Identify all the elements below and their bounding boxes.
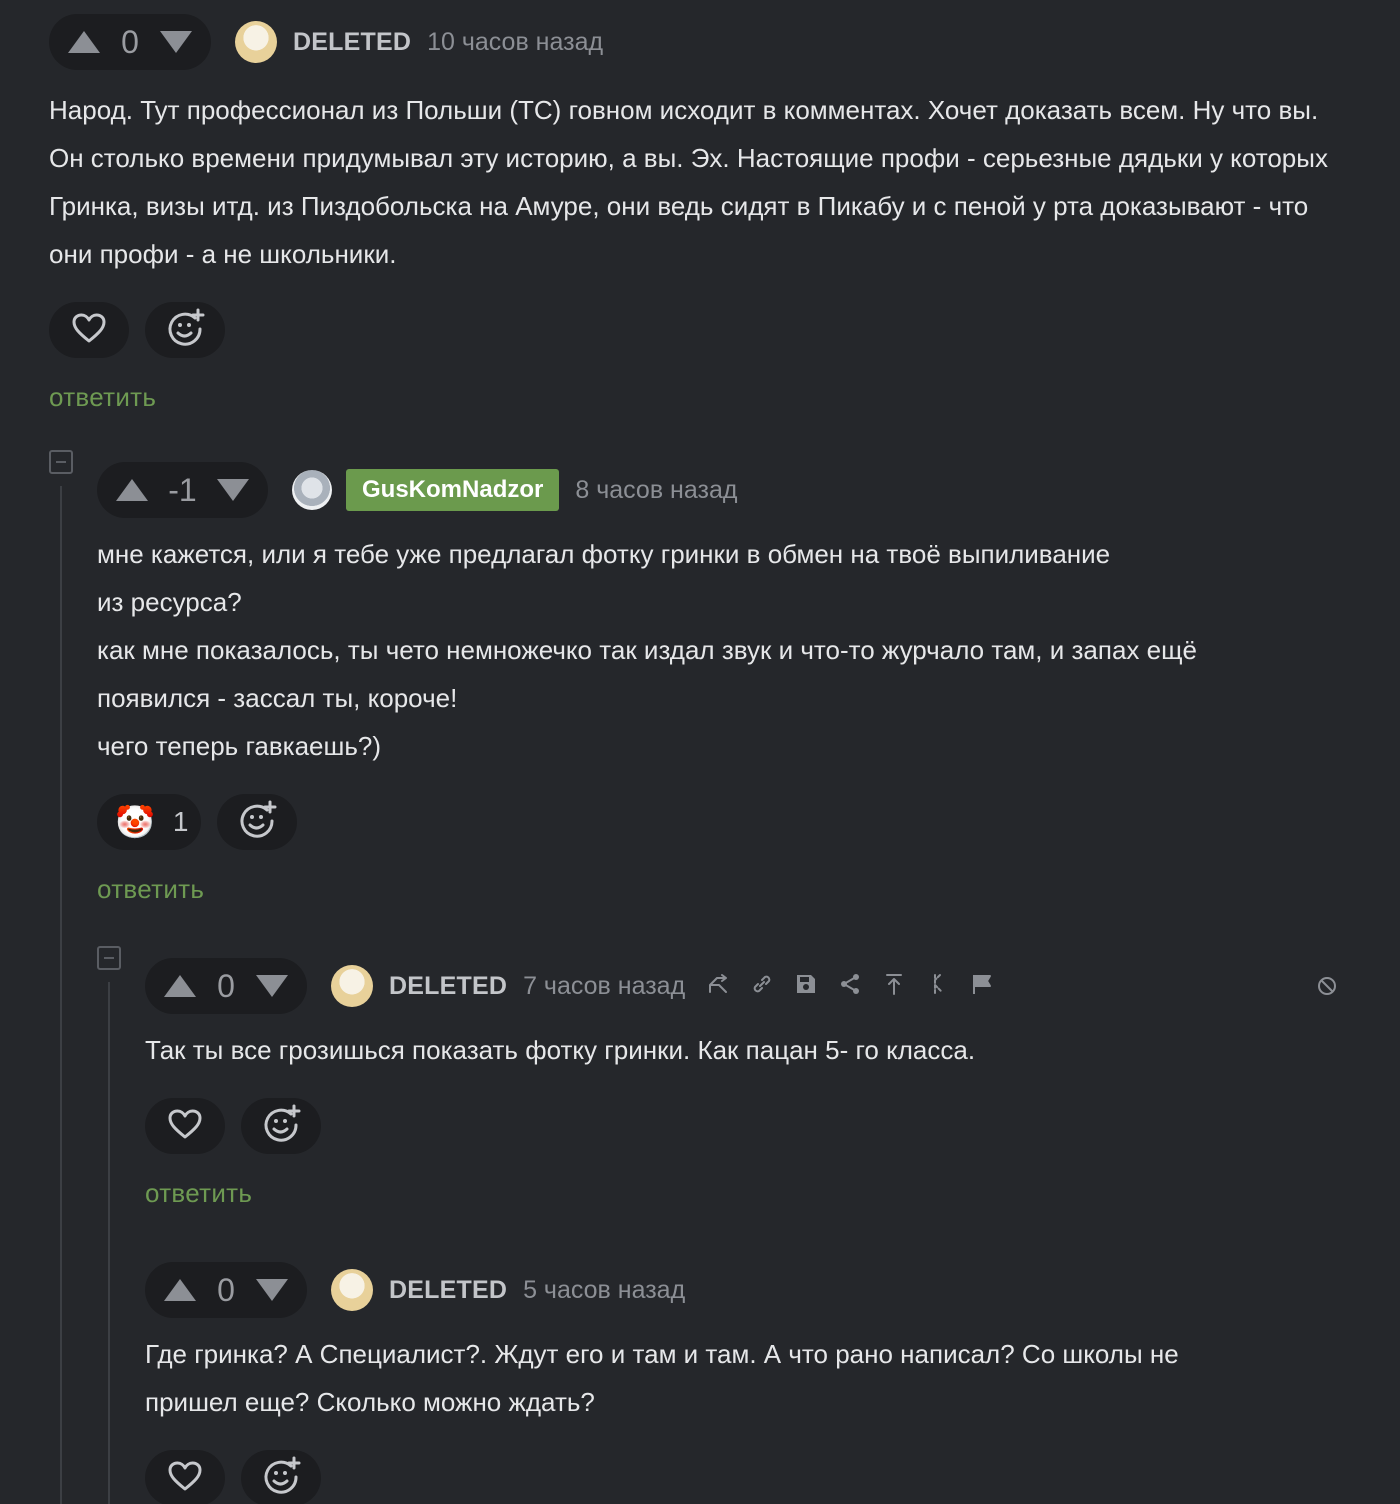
comment-line: как мне показалось, ты чето немножечко т…: [97, 635, 1197, 665]
collapse-thread-button[interactable]: [49, 450, 73, 474]
vote-widget: 0: [145, 958, 307, 1014]
vote-score: 0: [217, 967, 235, 1004]
comment-text: мне кажется, или я тебе уже предлагал фо…: [97, 530, 1357, 770]
vote-widget: -1: [97, 462, 268, 518]
clown-emoji: 🤡: [115, 804, 155, 840]
flag-icon[interactable]: [971, 973, 993, 1000]
vote-score: 0: [121, 23, 139, 60]
avatar[interactable]: [235, 21, 277, 63]
comment-header: 0 DELETED 10 часов назад: [49, 14, 1349, 70]
block-icon[interactable]: [1317, 976, 1337, 1001]
heart-icon: [71, 312, 107, 349]
heart-icon: [167, 1108, 203, 1145]
add-reaction-button[interactable]: [217, 794, 297, 850]
comment-header: -1 GusKomNadzor 8 часов назад: [97, 462, 1357, 518]
smiley-plus-icon: [261, 1104, 301, 1149]
comment-time[interactable]: 8 часов назад: [575, 476, 737, 505]
comment-1: 0 DELETED 10 часов назад Народ. Тут проф…: [49, 14, 1349, 413]
downvote-icon[interactable]: [255, 974, 289, 998]
comment-line: чего теперь гавкаешь?): [97, 731, 382, 761]
upvote-icon[interactable]: [115, 478, 149, 502]
comment-time[interactable]: 5 часов назад: [523, 1276, 685, 1305]
comment-time[interactable]: 7 часов назад: [523, 972, 685, 1001]
author-name[interactable]: DELETED: [389, 1276, 507, 1305]
heart-icon: [167, 1460, 203, 1497]
comment-text: Где гринка? А Специалист?. Ждут его и та…: [145, 1339, 1179, 1417]
upvote-icon[interactable]: [163, 974, 197, 998]
vote-score: 0: [217, 1271, 235, 1308]
comment-actions: [49, 302, 1349, 358]
smiley-plus-icon: [237, 800, 277, 845]
reply-link[interactable]: ответить: [49, 382, 1349, 413]
comment-actions: [145, 1098, 1345, 1154]
vote-score: -1: [168, 471, 197, 508]
reaction-count: 1: [172, 806, 189, 837]
comment-header: 0 DELETED 5 часов назад: [145, 1262, 1345, 1318]
comment-time[interactable]: 10 часов назад: [427, 28, 603, 57]
downvote-icon[interactable]: [159, 30, 193, 54]
smiley-plus-icon: [261, 1456, 301, 1501]
comment-2: -1 GusKomNadzor 8 часов назад мне кажетс…: [97, 462, 1357, 905]
comment-actions: [145, 1450, 1345, 1504]
comment-3: 0 DELETED 7 часов назад Так ты все грози…: [145, 958, 1345, 1209]
upvote-icon[interactable]: [163, 1278, 197, 1302]
comment-actions: 🤡 1: [97, 794, 1357, 850]
like-button[interactable]: [145, 1098, 225, 1154]
add-reaction-button[interactable]: [145, 302, 225, 358]
comment-line: мне кажется, или я тебе уже предлагал фо…: [97, 539, 1111, 569]
comment-text: Так ты все грозишься показать фотку грин…: [145, 1035, 976, 1065]
add-reaction-button[interactable]: [241, 1450, 321, 1504]
collapse-thread-button[interactable]: [97, 946, 121, 970]
like-button[interactable]: [145, 1450, 225, 1504]
add-reaction-button[interactable]: [241, 1098, 321, 1154]
share-icon[interactable]: [839, 973, 861, 1000]
branch-icon[interactable]: [707, 973, 729, 1000]
like-button[interactable]: [49, 302, 129, 358]
comment-tools: [707, 973, 993, 1000]
thread-line: [108, 982, 110, 1504]
comment-4: 0 DELETED 5 часов назад Где гринка? А Сп…: [145, 1262, 1345, 1504]
go-top-icon[interactable]: [883, 973, 905, 1000]
comment-header: 0 DELETED 7 часов назад: [145, 958, 1345, 1014]
go-parent-icon[interactable]: [927, 973, 949, 1000]
downvote-icon[interactable]: [216, 478, 250, 502]
author-name[interactable]: DELETED: [389, 972, 507, 1001]
avatar[interactable]: [292, 470, 332, 510]
comment-line: появился - зассал ты, короче!: [97, 683, 458, 713]
smiley-plus-icon: [165, 308, 205, 353]
save-icon[interactable]: [795, 973, 817, 1000]
author-name[interactable]: GusKomNadzor: [346, 469, 560, 511]
vote-widget: 0: [49, 14, 211, 70]
comment-text: Народ. Тут профессионал из Польши (ТС) г…: [49, 95, 1328, 269]
link-icon[interactable]: [751, 973, 773, 1000]
downvote-icon[interactable]: [255, 1278, 289, 1302]
avatar[interactable]: [331, 965, 373, 1007]
vote-widget: 0: [145, 1262, 307, 1318]
author-name[interactable]: DELETED: [293, 28, 411, 57]
upvote-icon[interactable]: [67, 30, 101, 54]
thread-line: [60, 486, 62, 1504]
comment-line: из ресурса?: [97, 587, 242, 617]
reaction-clown-button[interactable]: 🤡 1: [97, 794, 201, 850]
avatar[interactable]: [331, 1269, 373, 1311]
reply-link[interactable]: ответить: [97, 874, 1357, 905]
reply-link[interactable]: ответить: [145, 1178, 1345, 1209]
